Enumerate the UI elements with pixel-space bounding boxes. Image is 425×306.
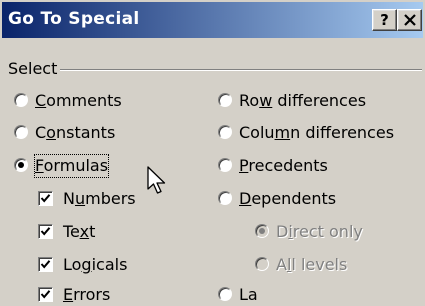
checkbox[interactable] [38, 257, 53, 272]
close-icon [403, 14, 416, 26]
close-button[interactable] [397, 9, 422, 31]
title-bar[interactable]: Go To Special ? [2, 2, 423, 38]
radio-button[interactable] [14, 93, 28, 107]
radio-button [255, 257, 269, 271]
mouse-pointer-icon [147, 166, 166, 194]
checkmark-icon [40, 194, 51, 203]
radio-button[interactable] [218, 191, 232, 205]
radio-button[interactable] [14, 158, 28, 172]
go-to-special-dialog: Go To Special ? Select Comments Constant… [0, 0, 425, 304]
radio-button[interactable] [218, 125, 232, 139]
dialog-title: Go To Special [8, 9, 140, 29]
group-divider [60, 69, 422, 71]
checkbox[interactable] [38, 287, 53, 302]
radio-button [255, 224, 269, 238]
select-group-label: Select [8, 59, 58, 78]
checkmark-icon [40, 290, 51, 299]
radio-button[interactable] [14, 125, 28, 139]
checkbox[interactable] [38, 191, 53, 206]
help-button[interactable]: ? [372, 9, 397, 31]
radio-button[interactable] [218, 158, 232, 172]
checkmark-icon [40, 260, 51, 269]
checkbox[interactable] [38, 224, 53, 239]
radio-button[interactable] [218, 93, 232, 107]
checkmark-icon [40, 227, 51, 236]
radio-button[interactable] [218, 287, 232, 301]
